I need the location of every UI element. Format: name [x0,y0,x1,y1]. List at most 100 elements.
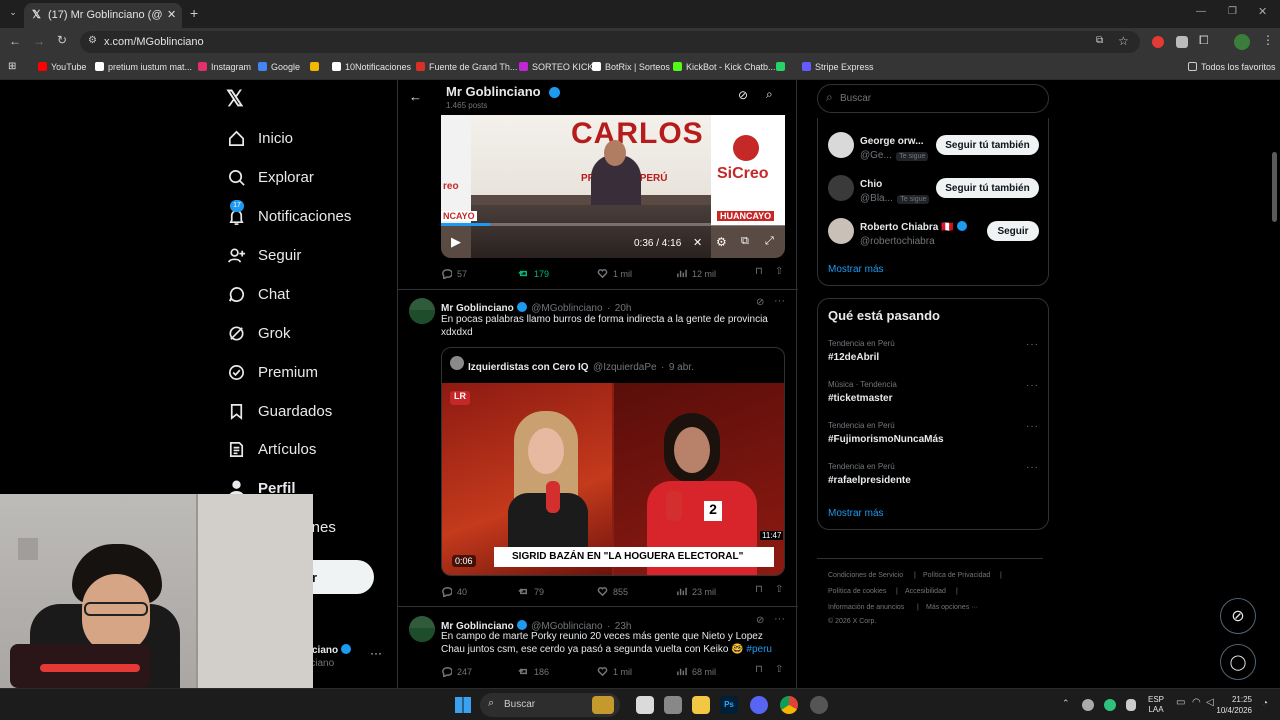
back-icon[interactable]: ← [9,34,21,48]
nav-item-grok[interactable]: Grok [226,318,291,348]
star-icon[interactable]: ☆ [1118,34,1129,48]
nav-item-artículos[interactable]: Artículos [226,434,316,464]
wifi-icon[interactable]: ◠ [1192,697,1201,708]
trend-more-icon[interactable]: ··· [1026,380,1039,391]
forward-icon[interactable]: → [33,34,45,48]
trend-more-icon[interactable]: ··· [1026,421,1039,432]
trend-item[interactable]: Música · Tendencia #ticketmaster ··· [818,380,1048,414]
repost-button[interactable]: 186 [518,666,549,677]
bookmark-item[interactable]: Fuente de Grand Th... [416,62,517,72]
nav-item-explorar[interactable]: Explorar [226,162,314,192]
maximize-icon[interactable]: ❐ [1228,6,1237,17]
footer-ads[interactable]: Información de anuncios [828,604,904,611]
trend-more-icon[interactable]: ··· [1026,462,1039,473]
pip-icon[interactable]: ⧉ [741,235,749,248]
like-button[interactable]: 1 mil [597,666,632,677]
footer-terms[interactable]: Condiciones de Servicio [828,572,903,579]
tweet-more-icon[interactable]: ··· [774,295,785,307]
repost-button[interactable]: 79 [518,586,544,597]
reply-button[interactable]: 247 [441,666,472,677]
nav-item-inicio[interactable]: Inicio [226,123,293,153]
follow-suggestion[interactable]: Chio @Bla... Te sigue Seguir tú también [818,173,1048,209]
browser-menu-icon[interactable]: ⋮ [1262,33,1274,47]
quote-video[interactable]: 2 LR 11:47 SIGRID BAZÁN EN "LA HOGUERA E… [442,383,784,575]
all-bookmarks-folder[interactable]: Todos los favoritos [1188,62,1276,72]
bookmark-tweet-icon[interactable]: ⊓ [755,584,763,595]
bookmark-item[interactable] [310,62,323,72]
page-scrollbar[interactable] [1272,152,1277,222]
bookmark-item[interactable]: SORTEO KICK [519,62,593,72]
windows-start-icon[interactable] [455,697,471,713]
reload-icon[interactable]: ↻ [57,33,67,47]
apps-grid-icon[interactable]: ⊞ [8,61,16,72]
nav-item-notificaciones[interactable]: 17 Notificaciones [226,200,351,231]
settings-icon[interactable]: ⚙ [716,235,727,249]
discord-icon[interactable] [750,696,768,714]
account-switcher[interactable]: ciano iciano ··· [300,642,390,676]
repost-button[interactable]: 179 [518,268,549,279]
header-search-icon[interactable]: ⌕ [766,87,773,102]
file-explorer-icon[interactable] [692,696,710,714]
app-red-icon[interactable] [810,696,828,714]
bookmark-item[interactable]: Google [258,62,300,72]
tweet-more-icon[interactable]: ··· [774,613,785,625]
quote-tweet-card[interactable]: Izquierdistas con Cero IQ @IzquierdaPe ·… [441,347,785,576]
footer-cookies[interactable]: Política de cookies [828,588,886,595]
photoshop-icon[interactable]: Ps [720,696,738,714]
bookmark-item[interactable]: 10Notificaciones [332,62,411,72]
share-icon[interactable]: ⇧ [775,584,783,595]
app-icon[interactable] [664,696,682,714]
show-more-trends-link[interactable]: Mostrar más [828,508,884,519]
nav-item-premium[interactable]: Premium [226,357,318,387]
footer-privacy[interactable]: Política de Privacidad [923,572,990,579]
follow-suggestion[interactable]: George orw... @Ge... Te sigue Seguir tú ta… [818,130,1048,166]
bookmark-item[interactable]: pretium iustum mat... [95,62,192,72]
like-button[interactable]: 855 [597,586,628,597]
follow-button[interactable]: Seguir tú también [936,178,1039,198]
notification-bell-icon[interactable]: ◔ [1262,698,1268,709]
reply-button[interactable]: 40 [441,586,467,597]
language-indicator[interactable]: ESP LAA [1148,695,1164,715]
fullscreen-icon[interactable]: ⤢ [765,235,774,248]
nav-item-guardados[interactable]: Guardados [226,396,332,426]
nav-item-chat[interactable]: Chat [226,279,290,309]
bookmark-item[interactable] [776,62,789,72]
site-info-icon[interactable]: ⚙ [88,35,97,46]
nav-item-seguir[interactable]: Seguir [226,240,301,270]
bookmark-item[interactable]: Instagram [198,62,251,72]
tray-app-icon[interactable] [1082,699,1094,711]
tray-app-icon[interactable] [1104,699,1116,711]
account-more-icon[interactable]: ··· [370,646,382,660]
show-more-follow-link[interactable]: Mostrar más [828,264,884,275]
back-arrow-icon[interactable]: ← [409,89,422,104]
tab-list-icon[interactable]: ⌄ [6,7,20,21]
search-input[interactable]: ⌕ Buscar [817,84,1049,113]
video-player[interactable]: reo CARLOS ESPÁ PR DEL PERÚ SiCreo NCAYO… [441,115,785,258]
tray-chevron-icon[interactable]: ⌃ [1062,698,1070,709]
footer-accessibility[interactable]: Accesibilidad [905,588,946,595]
share-icon[interactable]: ⇧ [775,266,783,277]
clock[interactable]: 21:25 10/4/2026 [1212,694,1252,716]
tray-app-icon[interactable] [1126,699,1136,711]
video-progress[interactable] [441,223,785,226]
task-view-icon[interactable] [636,696,654,714]
new-tab-icon[interactable]: + [190,5,198,21]
mute-icon[interactable]: ✕ [693,236,702,249]
avatar[interactable] [409,298,435,324]
bookmark-item[interactable]: Stripe Express [802,62,874,72]
follow-suggestion[interactable]: Roberto Chiabra 🇵🇪 @robertochiabra Seguir [818,216,1048,252]
bookmark-item[interactable]: KickBot - Kick Chatb... [673,62,776,72]
play-icon[interactable]: ▶ [451,234,461,250]
trend-item[interactable]: Tendencia en Perú #FujimorismoNuncaMás ··· [818,421,1048,455]
follow-button[interactable]: Seguir [987,221,1039,241]
hashtag-link[interactable]: #peru [746,644,772,655]
reply-button[interactable]: 57 [441,268,467,279]
messages-float-button[interactable]: ◯ [1220,644,1256,680]
extensions-puzzle-icon[interactable]: ⧠ [1199,33,1209,48]
footer-more[interactable]: Más opciones ··· [926,604,978,611]
views-button[interactable]: 12 mil [676,268,716,279]
url-omnibox[interactable]: ⚙ x.com/MGoblinciano ⧉ ☆ [80,31,1140,53]
follow-button[interactable]: Seguir tú también [936,135,1039,155]
x-logo[interactable]: 𝕏 [226,86,244,112]
extension-red-icon[interactable] [1152,36,1164,48]
